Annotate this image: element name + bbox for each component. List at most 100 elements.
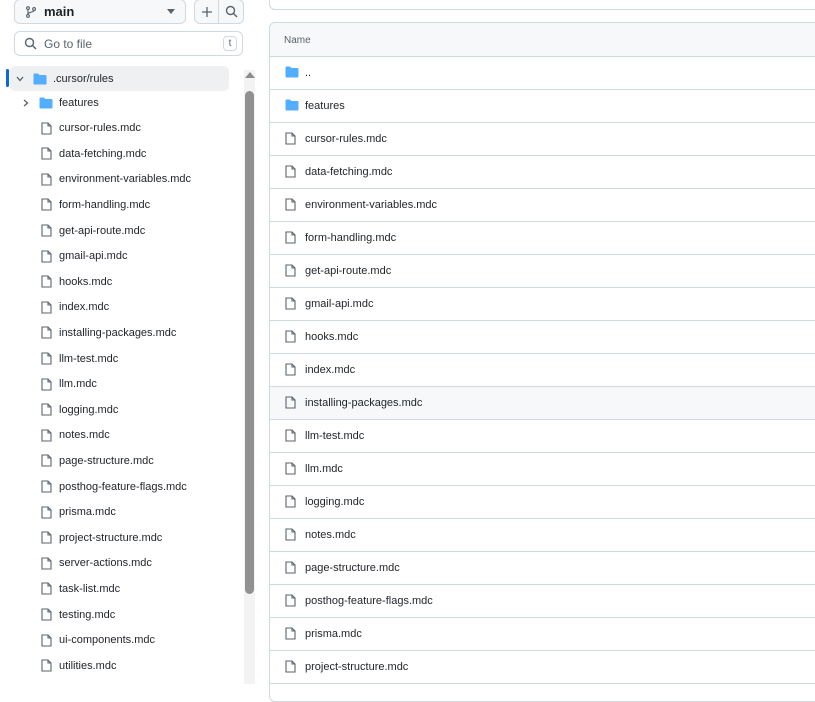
tree-item-file[interactable]: testing.mdc <box>0 602 115 627</box>
file-name-link[interactable]: logging.mdc <box>305 496 364 508</box>
file-icon <box>41 531 52 544</box>
tree-item-file[interactable]: llm.mdc <box>0 372 97 397</box>
tree-item-file[interactable]: page-structure.mdc <box>0 448 154 473</box>
tree-item-file[interactable]: gmail-api.mdc <box>0 244 127 269</box>
scroll-up-arrow-icon[interactable] <box>244 72 255 78</box>
table-row[interactable]: environment-variables.mdc <box>270 189 815 222</box>
table-row[interactable]: get-api-route.mdc <box>270 255 815 288</box>
file-name-link[interactable]: page-structure.mdc <box>305 562 400 574</box>
tree-item-file[interactable]: index.mdc <box>0 295 109 320</box>
file-icon <box>41 378 52 391</box>
search-code-button[interactable] <box>219 0 244 24</box>
tree-item-label: features <box>59 96 99 109</box>
table-row[interactable]: notes.mdc <box>270 519 815 552</box>
table-row[interactable]: installing-packages.mdc <box>270 387 815 420</box>
tree-item-label: llm-test.mdc <box>59 352 119 365</box>
tree-item-file[interactable]: prisma.mdc <box>0 500 116 525</box>
search-icon <box>225 5 237 18</box>
file-icon <box>41 173 52 186</box>
branch-selector-button[interactable]: main <box>14 0 186 24</box>
file-name-link[interactable]: llm-test.mdc <box>305 430 364 442</box>
tree-item-file[interactable]: llm-test.mdc <box>0 346 118 371</box>
tree-item-file[interactable]: project-structure.mdc <box>0 525 162 550</box>
tree-item-label: data-fetching.mdc <box>59 147 147 160</box>
add-file-button[interactable] <box>194 0 219 24</box>
file-name-link[interactable]: llm.mdc <box>305 463 343 475</box>
file-icon <box>285 594 296 607</box>
table-row[interactable]: form-handling.mdc <box>270 222 815 255</box>
tree-item-file[interactable]: form-handling.mdc <box>0 192 150 217</box>
file-icon <box>285 396 296 409</box>
table-row[interactable]: prisma.mdc <box>270 618 815 651</box>
file-icon <box>41 250 52 263</box>
table-row[interactable]: features <box>270 90 815 123</box>
tree-item-file[interactable]: notes.mdc <box>0 423 110 448</box>
table-row[interactable]: cursor-rules.mdc <box>270 123 815 156</box>
file-name-link[interactable]: index.mdc <box>305 364 355 376</box>
tree-item-folder[interactable]: features <box>0 90 99 115</box>
tree-item-label: project-structure.mdc <box>59 531 163 544</box>
tree-item-label: index.mdc <box>59 301 110 314</box>
chevron-down-icon <box>16 76 24 81</box>
file-icon <box>285 660 296 673</box>
file-name-link[interactable]: prisma.mdc <box>305 628 362 640</box>
tree-item-file[interactable]: ui-components.mdc <box>0 628 155 653</box>
tree-item-file[interactable]: task-list.mdc <box>0 576 120 601</box>
file-icon <box>285 297 296 310</box>
tree-item-file[interactable]: data-fetching.mdc <box>0 141 146 166</box>
file-name-link[interactable]: posthog-feature-flags.mdc <box>305 595 433 607</box>
git-branch-icon <box>25 5 37 18</box>
table-row[interactable]: index.mdc <box>270 354 815 387</box>
go-to-file-input[interactable]: Go to file t <box>14 31 243 56</box>
selected-indicator <box>6 69 9 87</box>
tree-item-file[interactable]: environment-variables.mdc <box>0 167 191 192</box>
file-name-link[interactable]: form-handling.mdc <box>305 232 396 244</box>
tree-item-cursor-rules-folder[interactable]: .cursor/rules <box>10 66 229 91</box>
parent-folder-icon <box>285 66 299 78</box>
tree-item-file[interactable]: utilities.mdc <box>0 653 116 678</box>
file-icon <box>285 330 296 343</box>
branch-name: main <box>44 4 75 19</box>
tree-item-file[interactable]: posthog-feature-flags.mdc <box>0 474 187 499</box>
file-icon <box>41 403 52 416</box>
tree-scrollbar-thumb[interactable] <box>245 91 254 594</box>
tree-item-file[interactable]: server-actions.mdc <box>0 551 152 576</box>
table-row[interactable]: project-structure.mdc <box>270 651 815 684</box>
file-icon <box>41 557 52 570</box>
table-row[interactable]: llm.mdc <box>270 453 815 486</box>
tree-item-label: logging.mdc <box>59 403 119 416</box>
file-name-link[interactable]: project-structure.mdc <box>305 661 408 673</box>
file-name-link[interactable]: installing-packages.mdc <box>305 397 422 409</box>
file-icon <box>285 132 296 145</box>
table-row[interactable]: logging.mdc <box>270 486 815 519</box>
table-header: Name <box>270 23 815 57</box>
table-row[interactable]: data-fetching.mdc <box>270 156 815 189</box>
table-row[interactable]: hooks.mdc <box>270 321 815 354</box>
tree-item-file[interactable]: logging.mdc <box>0 397 118 422</box>
file-name-link[interactable]: .. <box>305 67 311 79</box>
file-icon <box>285 264 296 277</box>
tree-item-file[interactable]: hooks.mdc <box>0 269 112 294</box>
table-row[interactable]: .. <box>270 57 815 90</box>
table-row[interactable]: gmail-api.mdc <box>270 288 815 321</box>
tree-item-file[interactable]: get-api-route.mdc <box>0 218 145 243</box>
file-name-link[interactable]: data-fetching.mdc <box>305 166 392 178</box>
tree-item-label: llm.mdc <box>59 378 97 391</box>
table-row[interactable]: page-structure.mdc <box>270 552 815 585</box>
file-name-link[interactable]: environment-variables.mdc <box>305 199 437 211</box>
file-name-link[interactable]: hooks.mdc <box>305 331 358 343</box>
tree-item-file[interactable]: installing-packages.mdc <box>0 320 176 345</box>
table-row[interactable]: posthog-feature-flags.mdc <box>270 585 815 618</box>
file-name-link[interactable]: notes.mdc <box>305 529 356 541</box>
file-name-link[interactable]: gmail-api.mdc <box>305 298 373 310</box>
file-name-link[interactable]: cursor-rules.mdc <box>305 133 387 145</box>
file-name-link[interactable]: features <box>305 100 345 112</box>
file-name-link[interactable]: get-api-route.mdc <box>305 265 391 277</box>
tree-item-file[interactable]: cursor-rules.mdc <box>0 116 141 141</box>
tree-item-label: hooks.mdc <box>59 275 113 288</box>
file-icon <box>41 659 52 672</box>
table-row[interactable]: llm-test.mdc <box>270 420 815 453</box>
search-icon <box>24 37 37 50</box>
file-icon <box>41 608 52 621</box>
tree-item-label: form-handling.mdc <box>59 198 151 211</box>
